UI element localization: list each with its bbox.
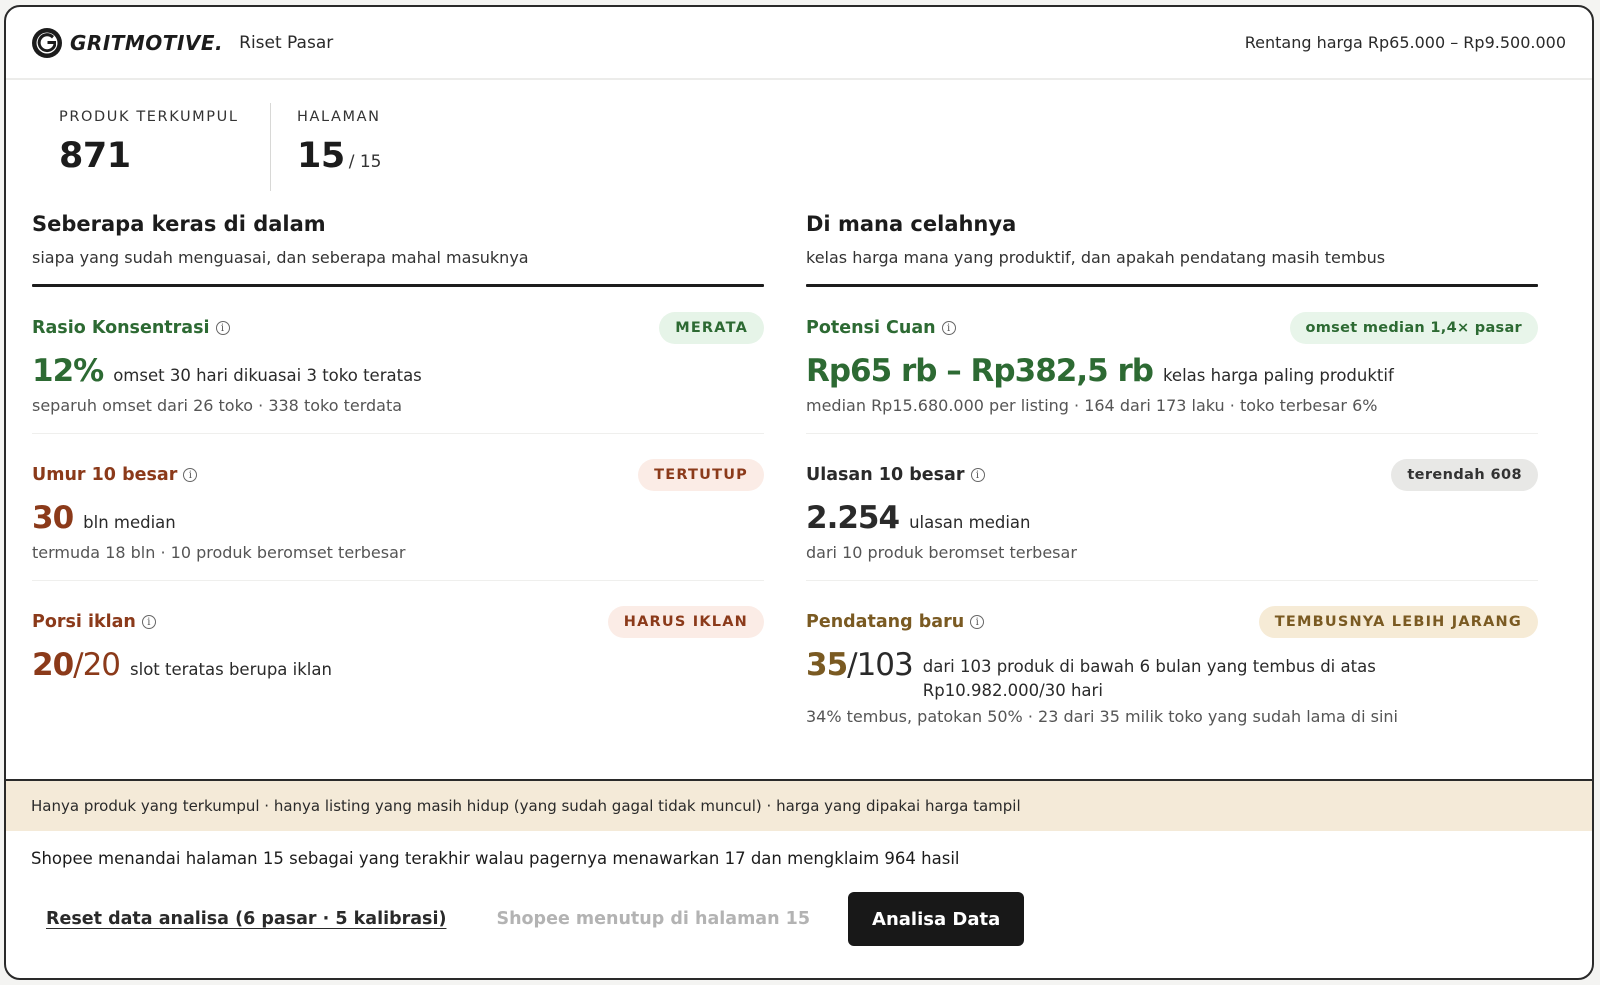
gritmotive-logo-icon xyxy=(30,26,64,60)
metric-label: Porsi iklan i xyxy=(32,612,156,632)
status-badge: HARUS IKLAN xyxy=(607,606,764,638)
metric-note: separuh omset dari 26 toko · 338 toko te… xyxy=(32,396,403,415)
stat-collected: PRODUK TERKUMPUL 871 xyxy=(32,103,270,191)
metric-value: 30 xyxy=(32,500,74,536)
price-range-text: Rentang harga Rp65.000 – Rp9.500.000 xyxy=(1244,33,1566,52)
info-icon[interactable]: i xyxy=(941,321,956,335)
status-badge: terendah 608 xyxy=(1391,459,1538,491)
brand-name: GRITMOTIVE. xyxy=(70,30,224,55)
metric-note: median Rp15.680.000 per listing · 164 da… xyxy=(806,396,1378,415)
metric-concentration: Rasio Konsentrasi i MERATA 12% omset 30 h… xyxy=(32,287,764,434)
reset-analysis-link[interactable]: Reset data analisa (6 pasar · 5 kalibras… xyxy=(46,909,446,929)
metric-value: 20/20 xyxy=(32,647,121,683)
data-scope-notice: Hanya produk yang terkumpul · hanya list… xyxy=(6,779,1592,831)
info-icon[interactable]: i xyxy=(970,468,985,482)
metric-top10-reviews: Ulasan 10 besar i terendah 608 2.254 ulas… xyxy=(806,434,1538,581)
metric-description: kelas harga paling produktif xyxy=(1162,366,1394,385)
metric-label: Ulasan 10 besar i xyxy=(806,465,985,485)
brand: GRITMOTIVE. Riset Pasar xyxy=(30,26,333,60)
section-title: Seberapa keras di dalam xyxy=(32,212,326,236)
section-subtitle: siapa yang sudah menguasai, dan seberapa… xyxy=(32,248,529,267)
stat-pages-value: 15 xyxy=(297,136,345,176)
metric-note: termuda 18 bln · 10 produk beromset terb… xyxy=(32,543,406,562)
metric-value: 12% xyxy=(32,353,104,389)
status-badge: TERTUTUP xyxy=(638,459,764,491)
metric-label: Rasio Konsentrasi i xyxy=(32,318,230,338)
shopee-closed-status: Shopee menutup di halaman 15 xyxy=(496,909,811,929)
stat-pages: HALAMAN 15/ 15 xyxy=(270,103,407,191)
info-icon[interactable]: i xyxy=(183,468,198,482)
stat-pages-value-row: 15/ 15 xyxy=(297,139,381,174)
metric-description: slot teratas berupa iklan xyxy=(130,660,332,679)
info-icon[interactable]: i xyxy=(970,615,985,629)
status-badge: MERATA xyxy=(659,312,764,344)
metric-description: omset 30 hari dikuasai 3 toko teratas xyxy=(113,366,422,385)
app-window: GRITMOTIVE. Riset Pasar Rentang harga Rp… xyxy=(4,5,1594,980)
metric-label: Pendatang baru i xyxy=(806,612,985,632)
metric-newcomers: Pendatang baru i TEMBUSNYA LEBIH JARANG 3… xyxy=(806,581,1538,728)
section-title: Di mana celahnya xyxy=(806,212,1017,236)
stat-pages-label: HALAMAN xyxy=(297,109,381,125)
status-badge: TEMBUSNYA LEBIH JARANG xyxy=(1258,606,1538,638)
metric-value: 2.254 xyxy=(806,500,900,536)
stat-pages-total: / 15 xyxy=(348,152,382,172)
stats-strip: PRODUK TERKUMPUL 871 HALAMAN 15/ 15 xyxy=(32,103,407,191)
metric-note: dari 10 produk beromset terbesar xyxy=(806,543,1077,562)
stat-collected-value: 871 xyxy=(59,136,131,176)
analyze-data-button[interactable]: Analisa Data xyxy=(848,892,1025,946)
section-subtitle: kelas harga mana yang produktif, dan apa… xyxy=(806,248,1386,267)
brand-subtitle: Riset Pasar xyxy=(239,32,334,53)
section-opportunity: Di mana celahnya kelas harga mana yang p… xyxy=(806,212,1538,728)
metric-top10-age: Umur 10 besar i TERTUTUP 30 bln median te… xyxy=(32,434,764,581)
section-competition: Seberapa keras di dalam siapa yang sudah… xyxy=(32,212,764,728)
metric-description: bln median xyxy=(83,513,176,532)
metric-note: 34% tembus, patokan 50% · 23 dari 35 mil… xyxy=(806,707,1398,726)
shopee-page-note: Shopee menandai halaman 15 sebagai yang … xyxy=(31,849,960,868)
metric-description: ulasan median xyxy=(909,513,1031,532)
metric-label: Umur 10 besar i xyxy=(32,465,198,485)
metric-description: dari 103 produk di bawah 6 bulan yang te… xyxy=(922,657,1376,700)
info-icon[interactable]: i xyxy=(215,321,230,335)
metric-ad-share: Porsi iklan i HARUS IKLAN 20/20 slot tera… xyxy=(32,581,764,728)
action-bar: Reset data analisa (6 pasar · 5 kalibras… xyxy=(46,891,1562,947)
top-bar: GRITMOTIVE. Riset Pasar Rentang harga Rp… xyxy=(6,7,1592,80)
info-icon[interactable]: i xyxy=(141,615,156,629)
stat-collected-label: PRODUK TERKUMPUL xyxy=(59,109,239,125)
metric-value: 35/103 xyxy=(806,647,914,683)
metric-profit-potential: Potensi Cuan i omset median 1,4× pasar Rp… xyxy=(806,287,1538,434)
metric-label: Potensi Cuan i xyxy=(806,318,956,338)
metric-value: Rp65 rb – Rp382,5 rb xyxy=(806,353,1154,389)
status-badge: omset median 1,4× pasar xyxy=(1289,312,1538,344)
